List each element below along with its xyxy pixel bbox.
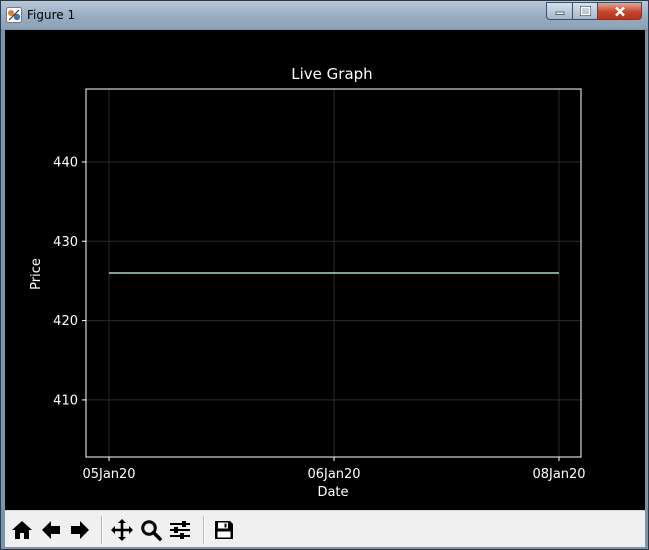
x-tick-label: 06Jan20: [307, 467, 360, 482]
forward-button[interactable]: [67, 517, 93, 543]
y-tick-label: 420: [53, 314, 78, 329]
title-bar[interactable]: Figure 1: [1, 1, 648, 29]
window-title: Figure 1: [27, 8, 76, 22]
forward-icon: [71, 521, 89, 539]
save-button[interactable]: [211, 517, 237, 543]
close-icon: [614, 6, 625, 16]
maximize-icon: [579, 6, 591, 16]
chart-title: Live Graph: [291, 65, 372, 83]
figure-canvas[interactable]: Live Graph 410 420 430 440 05Jan20 06Jan20 08…: [5, 30, 645, 547]
x-axis: 05Jan20 06Jan20 08Jan20: [82, 457, 586, 482]
toolbar-separator: [101, 516, 103, 544]
toolbar-separator: [203, 516, 205, 544]
y-tick-label: 430: [53, 235, 78, 250]
y-tick-label: 440: [53, 155, 78, 170]
configure-subplots-icon: [170, 521, 190, 539]
zoom-icon: [141, 520, 162, 541]
chart: Live Graph 410 420 430 440 05Jan20 06Jan20 08…: [29, 65, 586, 500]
configure-subplots-button[interactable]: [167, 517, 193, 543]
zoom-button[interactable]: [138, 517, 164, 543]
y-axis: 410 420 430 440: [53, 155, 86, 408]
x-tick-label: 05Jan20: [82, 467, 135, 482]
window-controls: [546, 2, 642, 21]
pan-button[interactable]: [109, 517, 135, 543]
x-axis-label: Date: [317, 485, 348, 500]
back-button[interactable]: [38, 517, 64, 543]
navigation-toolbar: [5, 510, 645, 547]
home-button[interactable]: [9, 517, 35, 543]
close-button[interactable]: [598, 2, 642, 20]
back-icon: [42, 521, 60, 539]
save-icon: [215, 521, 233, 539]
maximize-button[interactable]: [572, 2, 598, 20]
y-tick-label: 410: [53, 393, 78, 408]
minimize-icon: [555, 11, 564, 15]
pan-icon: [111, 519, 133, 541]
app-window: Figure 1 Live Graph 410 420 430 440 05Jan20…: [0, 0, 649, 550]
minimize-button[interactable]: [546, 2, 572, 20]
y-axis-label: Price: [29, 258, 44, 290]
home-icon: [12, 521, 32, 539]
app-icon: [6, 7, 22, 23]
x-tick-label: 08Jan20: [532, 467, 585, 482]
